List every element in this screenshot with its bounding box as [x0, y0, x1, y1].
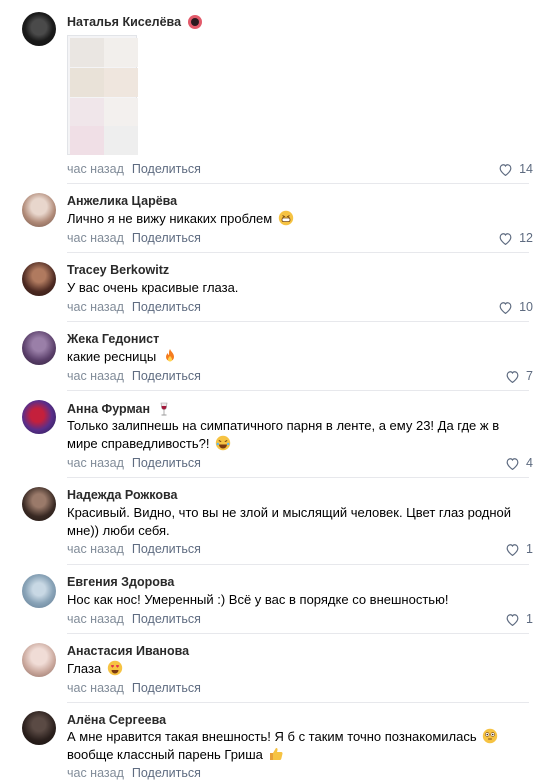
comment-text: какие ресницы: [67, 349, 157, 364]
heart-icon: [506, 543, 519, 556]
comment-time[interactable]: час назад: [67, 766, 124, 780]
heart-icon: [506, 457, 519, 470]
avatar[interactable]: [22, 643, 56, 677]
heart-icon: [506, 613, 519, 626]
comment-time[interactable]: час назад: [67, 542, 124, 556]
author-name[interactable]: Алёна Сергеева: [67, 713, 166, 727]
like-button[interactable]: 12: [498, 231, 533, 245]
comments-feed: Наталья Киселёва час назад Поделиться 14 …: [0, 0, 551, 781]
comment-item: Анастасия Иванова Глаза час назад Поделит…: [0, 634, 551, 703]
share-link[interactable]: Поделиться: [132, 542, 201, 556]
comment-item: Анжелика Царёва Лично я не вижу никаких …: [0, 184, 551, 253]
comment-text: У вас очень красивые глаза.: [67, 280, 239, 295]
heart-icon: [499, 163, 512, 176]
like-count: 14: [519, 162, 533, 176]
share-link[interactable]: Поделиться: [132, 162, 201, 176]
author-name[interactable]: Наталья Киселёва: [67, 15, 181, 29]
attached-image[interactable]: [67, 35, 138, 155]
comment-text: Лично я не вижу никаких проблем: [67, 211, 273, 226]
avatar[interactable]: [22, 400, 56, 434]
heart-eyes-emoji-icon: [107, 660, 122, 676]
comment-time[interactable]: час назад: [67, 681, 124, 695]
share-link[interactable]: Поделиться: [132, 766, 201, 780]
avatar[interactable]: [22, 574, 56, 608]
author-name[interactable]: Анна Фурман: [67, 402, 150, 416]
share-link[interactable]: Поделиться: [132, 456, 201, 470]
heart-icon: [499, 301, 512, 314]
avatar[interactable]: [22, 193, 56, 227]
comment-item: Наталья Киселёва час назад Поделиться 14: [0, 0, 551, 184]
like-count: 1: [526, 542, 533, 556]
like-button[interactable]: 4: [505, 456, 533, 470]
like-button[interactable]: 1: [505, 612, 533, 626]
like-button[interactable]: 14: [498, 162, 533, 176]
author-name[interactable]: Анжелика Царёва: [67, 194, 177, 208]
like-count: 10: [519, 300, 533, 314]
comment-item: Анна Фурман Только залипнешь на симпатич…: [0, 391, 551, 478]
avatar[interactable]: [22, 262, 56, 296]
heart-eyes-emoji-icon: [188, 15, 203, 29]
thumbs-up-emoji-icon: [270, 748, 284, 760]
share-link[interactable]: Поделиться: [132, 300, 201, 314]
share-link[interactable]: Поделиться: [132, 612, 201, 626]
heart-icon: [506, 370, 519, 383]
comment-text: Красивый. Видно, что вы не злой и мыслящ…: [67, 505, 512, 538]
comment-time[interactable]: час назад: [67, 231, 124, 245]
grin-emoji-icon: [278, 210, 294, 226]
flushed-emoji-icon: [483, 728, 498, 744]
like-button[interactable]: 7: [505, 369, 533, 383]
avatar[interactable]: [22, 487, 56, 521]
comment-time[interactable]: час назад: [67, 162, 124, 176]
author-name[interactable]: Надежда Рожкова: [67, 488, 177, 502]
heart-icon: [499, 232, 512, 245]
like-count: 7: [526, 369, 533, 383]
wine-glass-emoji-icon: [160, 402, 168, 416]
share-link[interactable]: Поделиться: [132, 681, 201, 695]
comment-item: Надежда Рожкова Красивый. Видно, что вы …: [0, 478, 551, 565]
author-name[interactable]: Евгения Здорова: [67, 575, 174, 589]
fire-emoji-icon: [165, 349, 174, 362]
comment-time[interactable]: час назад: [67, 300, 124, 314]
like-button[interactable]: 10: [498, 300, 533, 314]
comment-text: Нос как нос! Умеренный :) Всё у вас в по…: [67, 592, 449, 607]
comment-text: А мне нравится такая внешность! Я б с та…: [67, 729, 477, 744]
comment-text-line-2: вообще классный парень Гриша: [67, 747, 263, 762]
author-name[interactable]: Анастасия Иванова: [67, 644, 189, 658]
comment-text: Только залипнешь на симпатичного парня в…: [67, 418, 500, 451]
like-count: 1: [526, 612, 533, 626]
author-name[interactable]: Tracey Berkowitz: [67, 263, 169, 277]
avatar[interactable]: [22, 711, 56, 745]
comment-item: Алёна Сергеева А мне нравится такая внеш…: [0, 703, 551, 781]
comment-item: Tracey Berkowitz У вас очень красивые гл…: [0, 253, 551, 322]
share-link[interactable]: Поделиться: [132, 231, 201, 245]
share-link[interactable]: Поделиться: [132, 369, 201, 383]
avatar[interactable]: [22, 12, 56, 46]
comment-text: Глаза: [67, 661, 102, 676]
author-name[interactable]: Жека Гедонист: [67, 332, 159, 346]
comment-time[interactable]: час назад: [67, 456, 124, 470]
like-count: 12: [519, 231, 533, 245]
comment-item: Жека Гедонист какие ресницы час назад Под…: [0, 322, 551, 391]
like-count: 4: [526, 456, 533, 470]
like-button[interactable]: 1: [505, 542, 533, 556]
laughing-emoji-icon: [215, 435, 231, 451]
avatar[interactable]: [22, 331, 56, 365]
comment-item: Евгения Здорова Нос как нос! Умеренный :…: [0, 565, 551, 634]
comment-time[interactable]: час назад: [67, 369, 124, 383]
comment-time[interactable]: час назад: [67, 612, 124, 626]
